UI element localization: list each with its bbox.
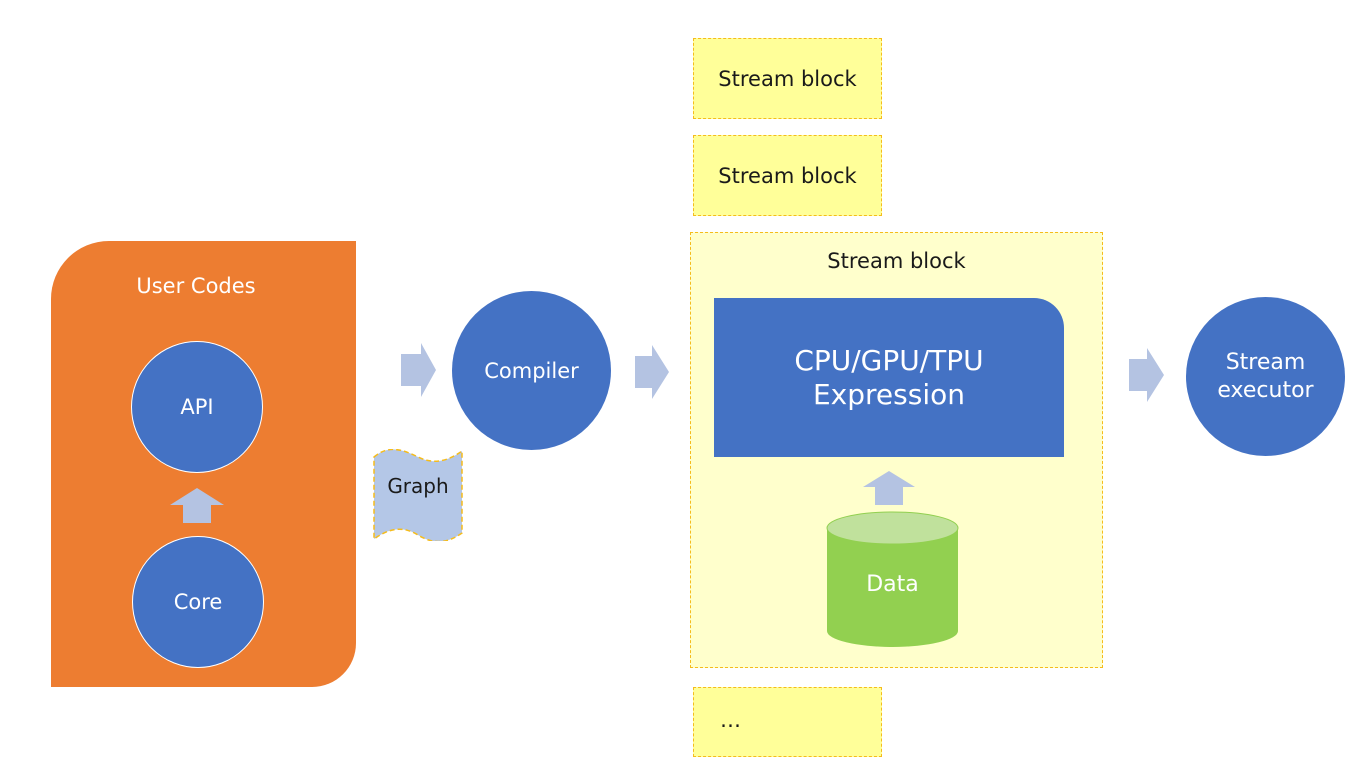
core-label: Core bbox=[173, 590, 223, 614]
stream-executor-node: Stream executor bbox=[1186, 297, 1345, 456]
stream-block: Stream block bbox=[693, 38, 882, 119]
graph-label: Graph bbox=[387, 474, 449, 498]
api-label: API bbox=[180, 395, 214, 419]
api-node: API bbox=[131, 341, 263, 473]
compiler-node: Compiler bbox=[452, 291, 611, 450]
arrow-right-icon bbox=[635, 345, 669, 399]
user-codes-title: User Codes bbox=[136, 274, 256, 298]
stream-block: Stream block bbox=[693, 135, 882, 216]
compiler-label: Compiler bbox=[484, 358, 579, 383]
ellipsis-label: … bbox=[720, 708, 741, 732]
arrow-right-icon bbox=[401, 343, 436, 397]
arrow-right-icon bbox=[1129, 348, 1164, 402]
stream-block-ellipsis: … bbox=[693, 687, 882, 757]
stream-block-label: Stream block bbox=[718, 66, 857, 91]
stream-block-label: Stream block bbox=[718, 163, 857, 188]
core-node: Core bbox=[132, 536, 264, 668]
expression-line-1: CPU/GPU/TPU bbox=[794, 343, 984, 377]
arrow-up-icon bbox=[170, 488, 224, 523]
executor-line-1: Stream bbox=[1225, 350, 1306, 375]
expression-block: CPU/GPU/TPU Expression bbox=[714, 298, 1064, 457]
data-label: Data bbox=[866, 572, 919, 597]
executor-line-2: executor bbox=[1217, 377, 1314, 403]
arrow-up-icon bbox=[863, 471, 915, 505]
main-stream-block-label: Stream block bbox=[827, 249, 966, 273]
expression-line-2: Expression bbox=[812, 377, 965, 411]
